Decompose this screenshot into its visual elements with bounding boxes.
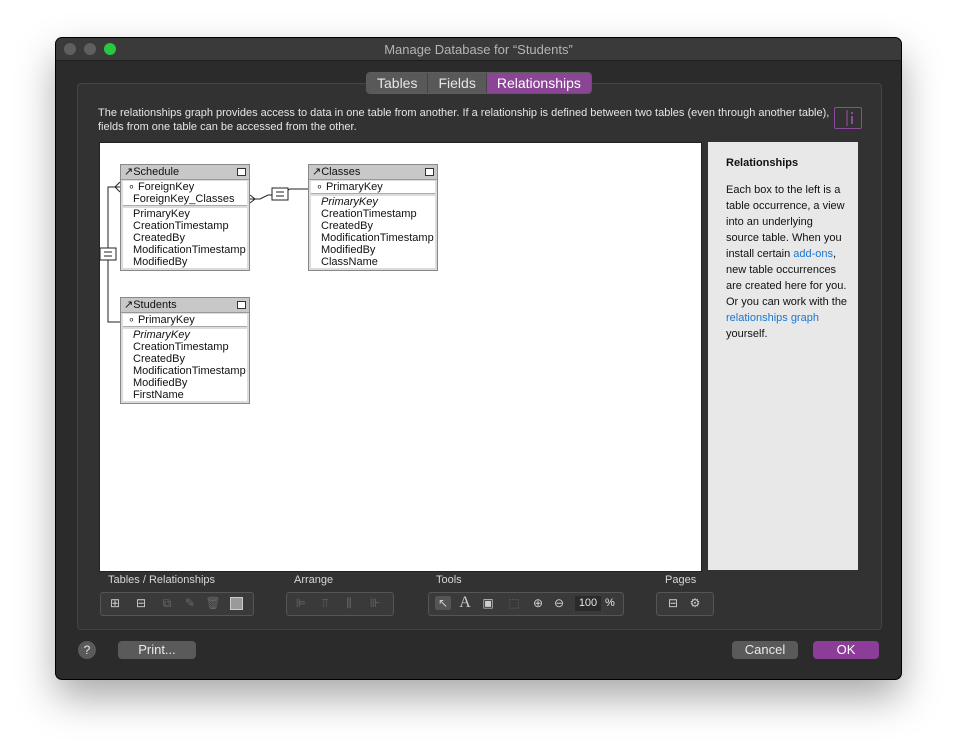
field-item[interactable]: ModificationTimestamp <box>123 244 247 256</box>
arrange-label: Arrange <box>294 574 334 586</box>
note-tool-icon[interactable]: ▣ <box>480 596 496 610</box>
key-fields: ∘ PrimaryKey <box>123 314 247 327</box>
align-top-icon[interactable]: ⫪ <box>317 596 333 610</box>
key-fields: ∘ PrimaryKey <box>311 181 435 194</box>
table-occurrence-classes[interactable]: ↗Classes ∘ PrimaryKey PrimaryKey Creatio… <box>308 164 438 271</box>
cancel-button[interactable]: Cancel <box>732 641 798 659</box>
table-name: Students <box>133 299 177 311</box>
info-panel-toggle-icon[interactable] <box>834 107 862 129</box>
sidebar-heading: Relationships <box>726 157 799 169</box>
distribute-icon[interactable]: ⫼ <box>341 596 357 610</box>
duplicate-icon[interactable]: ⧉ <box>159 596 175 610</box>
field-list: PrimaryKey CreationTimestamp CreatedBy M… <box>123 329 247 401</box>
select-tool-icon[interactable]: ⬚ <box>506 596 522 610</box>
pages-label: Pages <box>665 574 697 586</box>
zoom-unit-label: % <box>605 597 615 609</box>
field-list: PrimaryKey CreationTimestamp CreatedBy M… <box>311 196 435 268</box>
relationships-graph-link[interactable]: relationships graph <box>726 312 819 324</box>
field-item[interactable]: PrimaryKey <box>123 329 247 341</box>
tables-relationships-label: Tables / Relationships <box>108 574 216 586</box>
delete-trash-icon[interactable]: 🗑 <box>205 596 221 610</box>
table-occurrence-students[interactable]: ↗Students ∘ PrimaryKey PrimaryKey Creati… <box>120 297 250 404</box>
tab-tables[interactable]: Tables <box>367 73 429 93</box>
field-item[interactable]: CreatedBy <box>311 220 435 232</box>
field-item[interactable]: PrimaryKey <box>123 208 247 220</box>
sidebar-body: Each box to the left is a table occurren… <box>726 184 848 340</box>
arrow-icon: ↗ <box>124 299 134 311</box>
tab-relationships[interactable]: Relationships <box>486 73 591 93</box>
title-bar: Manage Database for “Students” <box>56 38 901 61</box>
relationships-graph[interactable]: ↗Schedule ∘ ForeignKey ForeignKey_Classe… <box>99 142 702 572</box>
field-item[interactable]: CreatedBy <box>123 232 247 244</box>
arrange-toolbar: ⊫ ⫪ ⫼ ⊪ <box>286 592 394 616</box>
manage-database-window: Manage Database for “Students” Tables Fi… <box>56 38 901 679</box>
relationships-description: The relationships graph provides access … <box>98 107 830 133</box>
help-button[interactable]: ? <box>78 641 96 659</box>
arrow-icon: ↗ <box>124 166 134 178</box>
key-field[interactable]: ∘ PrimaryKey <box>311 181 435 193</box>
table-occurrence-schedule[interactable]: ↗Schedule ∘ ForeignKey ForeignKey_Classe… <box>120 164 250 271</box>
collapse-icon[interactable] <box>237 168 246 176</box>
pages-toolbar: ⊟ ⚙ <box>656 592 714 616</box>
field-item[interactable]: CreationTimestamp <box>123 341 247 353</box>
table-name: Classes <box>321 166 361 178</box>
field-item[interactable]: ModificationTimestamp <box>311 232 435 244</box>
field-list: PrimaryKey CreationTimestamp CreatedBy M… <box>123 208 247 268</box>
add-table-icon[interactable]: ⊞ <box>107 596 123 610</box>
tools-toolbar: ↖ A ▣ ⬚ ⊕ ⊖ 100 % <box>428 592 624 616</box>
zoom-level-field[interactable]: 100 <box>575 596 601 611</box>
tab-fields[interactable]: Fields <box>428 73 487 93</box>
field-item[interactable]: ModifiedBy <box>311 244 435 256</box>
field-item[interactable]: ModificationTimestamp <box>123 365 247 377</box>
collapse-icon[interactable] <box>237 301 246 309</box>
field-item[interactable]: CreationTimestamp <box>311 208 435 220</box>
align-left-icon[interactable]: ⊫ <box>293 596 309 610</box>
add-relationship-icon[interactable]: ⊟ <box>133 596 149 610</box>
field-item[interactable]: CreationTimestamp <box>123 220 247 232</box>
print-button[interactable]: Print... <box>118 641 196 659</box>
edit-pencil-icon[interactable]: ✎ <box>182 596 198 610</box>
collapse-icon[interactable] <box>425 168 434 176</box>
key-field[interactable]: ForeignKey_Classes <box>123 193 247 205</box>
zoom-in-icon[interactable]: ⊕ <box>530 596 546 610</box>
tables-relationships-toolbar: ⊞ ⊟ ⧉ ✎ 🗑 <box>100 592 254 616</box>
arrow-icon: ↗ <box>312 166 322 178</box>
field-item[interactable]: PrimaryKey <box>311 196 435 208</box>
ok-button[interactable]: OK <box>813 641 879 659</box>
zoom-out-icon[interactable]: ⊖ <box>551 596 567 610</box>
field-item[interactable]: CreatedBy <box>123 353 247 365</box>
page-setup-icon[interactable]: ⚙ <box>687 596 703 610</box>
color-swatch-icon[interactable] <box>228 596 244 611</box>
help-sidebar: Relationships Each box to the left is a … <box>708 142 858 570</box>
field-item[interactable]: ClassName <box>311 256 435 268</box>
key-field[interactable]: ∘ PrimaryKey <box>123 314 247 326</box>
text-tool-icon[interactable]: A <box>457 595 473 611</box>
key-fields: ∘ ForeignKey ForeignKey_Classes <box>123 181 247 206</box>
tab-bar: Tables Fields Relationships <box>366 72 592 94</box>
field-item[interactable]: ModifiedBy <box>123 256 247 268</box>
tools-label: Tools <box>436 574 462 586</box>
resize-icon[interactable]: ⊪ <box>367 596 383 610</box>
window-title: Manage Database for “Students” <box>384 42 573 57</box>
add-ons-link[interactable]: add-ons <box>793 248 833 260</box>
page-breaks-icon[interactable]: ⊟ <box>665 596 681 610</box>
field-item[interactable]: ModifiedBy <box>123 377 247 389</box>
field-item[interactable]: FirstName <box>123 389 247 401</box>
pointer-tool-icon[interactable]: ↖ <box>435 596 451 610</box>
key-field[interactable]: ∘ ForeignKey <box>123 181 247 193</box>
table-name: Schedule <box>133 166 180 178</box>
